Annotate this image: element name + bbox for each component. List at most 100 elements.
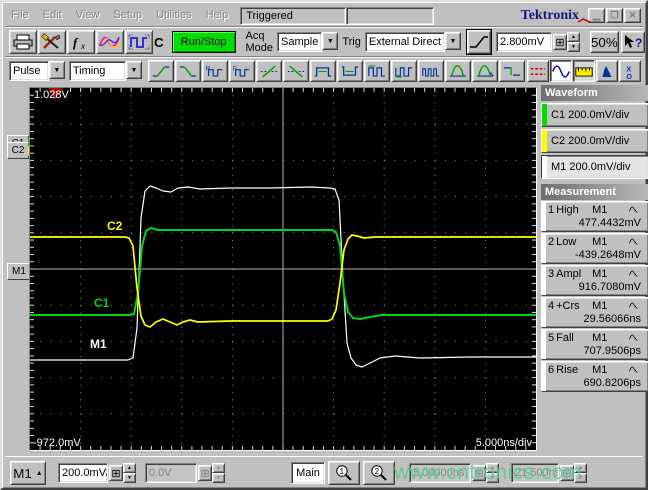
waveform-plot [30, 88, 536, 450]
markers-button[interactable]: XO [619, 60, 641, 82]
timebase-view-toggle[interactable]: Main [291, 462, 325, 484]
measurement-display-button[interactable] [573, 60, 595, 82]
waveform-colors-button[interactable] [96, 30, 124, 54]
chevron-down-icon[interactable]: ▼ [322, 32, 339, 50]
histogram-button[interactable] [596, 60, 618, 82]
measurement-name: Fall [556, 332, 574, 344]
trigger-level-value: 2.800mV [500, 36, 545, 48]
measurement-name: Low [556, 236, 577, 248]
m1-position-marker[interactable]: M1 [7, 263, 31, 280]
c2-marker-label: C2 [11, 145, 25, 156]
chevron-down-icon[interactable]: ▼ [445, 32, 462, 50]
acq-mode-value: Sample [277, 32, 323, 52]
menu-file[interactable]: File [5, 7, 37, 24]
waveform-item-c1[interactable]: C1 200.0mV/div [541, 103, 648, 127]
chevron-down-icon[interactable]: ▼ [126, 61, 142, 79]
measurement-item-low[interactable]: 2 Low M1 -439.2648mV [541, 233, 648, 264]
restore-button[interactable]: ❐ [606, 8, 623, 23]
measurement-panel-title: Measurement [545, 186, 616, 198]
acq-mode-select[interactable]: Sample ▼ [277, 32, 339, 52]
zoom1-button[interactable]: 1 [328, 461, 360, 485]
pulse-shape-icon [629, 204, 643, 216]
vertical-scale-input[interactable]: 200.0mV/ [58, 463, 108, 483]
m1-marker-label: M1 [12, 266, 26, 277]
waveform-colors-icon [99, 36, 121, 48]
timebase-view-value: Main [296, 467, 320, 479]
spin-up-icon[interactable]: ▲ [567, 32, 581, 42]
meas-neg-width-button[interactable] [337, 60, 363, 82]
trigger-level-input[interactable]: 2.800mV [496, 32, 553, 52]
meas-fall-time-button[interactable] [175, 60, 201, 82]
meas-neg-peak-button[interactable] [472, 60, 498, 82]
measurement-item-ampl[interactable]: 3 Ampl M1 916.7080mV [541, 265, 648, 296]
cursors-button[interactable] [527, 60, 549, 82]
magnifier-2-icon: 2 [371, 465, 387, 481]
trigger-level-spinner[interactable]: ▲ ▼ [567, 32, 581, 52]
keypad-icon[interactable]: ⊞ [109, 465, 123, 481]
meas-frequency-button[interactable]: F [229, 60, 255, 82]
clear-acquisition-button[interactable]: C [154, 31, 164, 53]
chevron-down-icon[interactable]: ▼ [48, 61, 65, 79]
waveform-item-c2[interactable]: C2 200.0mV/div [541, 129, 648, 153]
math-fx-button[interactable]: fx [67, 30, 95, 54]
measurement-item-high[interactable]: 1 High M1 477.4432mV [541, 201, 648, 232]
meas-rise-time-button[interactable] [148, 60, 174, 82]
waveform-item-label: C1 200.0mV/div [551, 109, 630, 121]
measurement-class-select[interactable]: Pulse ▼ [9, 61, 65, 81]
menu-edit[interactable]: Edit [37, 7, 70, 24]
zoom-percent-button[interactable]: 50% [590, 31, 619, 53]
pulse-capture-button[interactable] [125, 30, 153, 54]
tektronix-logo: Tektronix [521, 8, 590, 24]
zoom2-button[interactable]: 2 [363, 461, 395, 485]
vertical-scale-spinner[interactable]: ▲ ▼ [123, 463, 136, 483]
measurement-item-crs[interactable]: 4 +Crs M1 29.56066ns [541, 297, 648, 328]
menu-view[interactable]: View [70, 7, 108, 24]
spin-down-icon: ▼ [212, 473, 225, 483]
meas-pos-width-button[interactable] [310, 60, 336, 82]
period-icon: P [206, 65, 223, 77]
close-button[interactable]: ✕ [624, 8, 641, 23]
meas-pos-peak-button[interactable] [445, 60, 471, 82]
measurement-class-value: Pulse [9, 61, 49, 81]
print-button[interactable] [9, 30, 37, 54]
vertical-position-input: 0.0V [145, 463, 197, 483]
spin-up-icon[interactable]: ▲ [123, 463, 136, 473]
waveform-panel-header: Waveform [541, 85, 648, 101]
menu-setup[interactable]: Setup [107, 7, 150, 24]
vertical-scale-value: 200.0mV/ [62, 467, 108, 479]
c2-position-marker[interactable]: C2 [7, 142, 29, 159]
tools-button[interactable] [38, 30, 66, 54]
spin-down-icon[interactable]: ▼ [567, 42, 581, 52]
measurement-group-select[interactable]: Timing ▼ [68, 61, 142, 81]
meas-pos-duty-button[interactable] [364, 60, 390, 82]
keypad-icon[interactable]: ⊞ [553, 34, 568, 50]
meas-neg-cross-button[interactable] [283, 60, 309, 82]
waveform-item-m1[interactable]: M1 200.0mV/div [541, 155, 648, 179]
channel-select-value: M1 [13, 465, 32, 481]
acq-mode-label: Acq Mode [245, 30, 274, 54]
measurement-item-fall[interactable]: 5 Fall M1 707.9506ps [541, 329, 648, 360]
measurement-item-rise[interactable]: 6 Rise M1 690.8206ps [541, 361, 648, 392]
spin-down-icon[interactable]: ▼ [123, 473, 136, 483]
run-stop-button[interactable]: Run/Stop [171, 31, 236, 53]
frequency-icon: F [233, 65, 250, 77]
meas-delay-button[interactable] [499, 60, 525, 82]
right-panel: Waveform C1 200.0mV/div C2 200.0mV/div M1 … [541, 85, 648, 456]
trigger-status-box: Triggered [240, 6, 347, 25]
context-help-button[interactable]: ? [620, 31, 645, 53]
pulse-shape-icon [629, 364, 643, 376]
waveform-display-button[interactable] [550, 60, 572, 82]
neg-duty-icon [395, 66, 413, 77]
meas-neg-duty-button[interactable] [391, 60, 417, 82]
trigger-slope-button[interactable] [466, 29, 493, 55]
menu-utilities[interactable]: Utilities [150, 7, 199, 24]
vertical-position-value: 0.0V [149, 467, 172, 479]
trig-source-select[interactable]: External Direct ▼ [364, 32, 462, 52]
status-box-empty [346, 6, 435, 25]
channel-select-button[interactable]: M1 ▲ [10, 461, 46, 485]
meas-pos-cross-button[interactable] [256, 60, 282, 82]
meas-burst-width-button[interactable] [418, 60, 444, 82]
menu-help[interactable]: Help [200, 7, 237, 24]
svg-text:f: f [73, 35, 79, 50]
meas-period-button[interactable]: P [202, 60, 228, 82]
